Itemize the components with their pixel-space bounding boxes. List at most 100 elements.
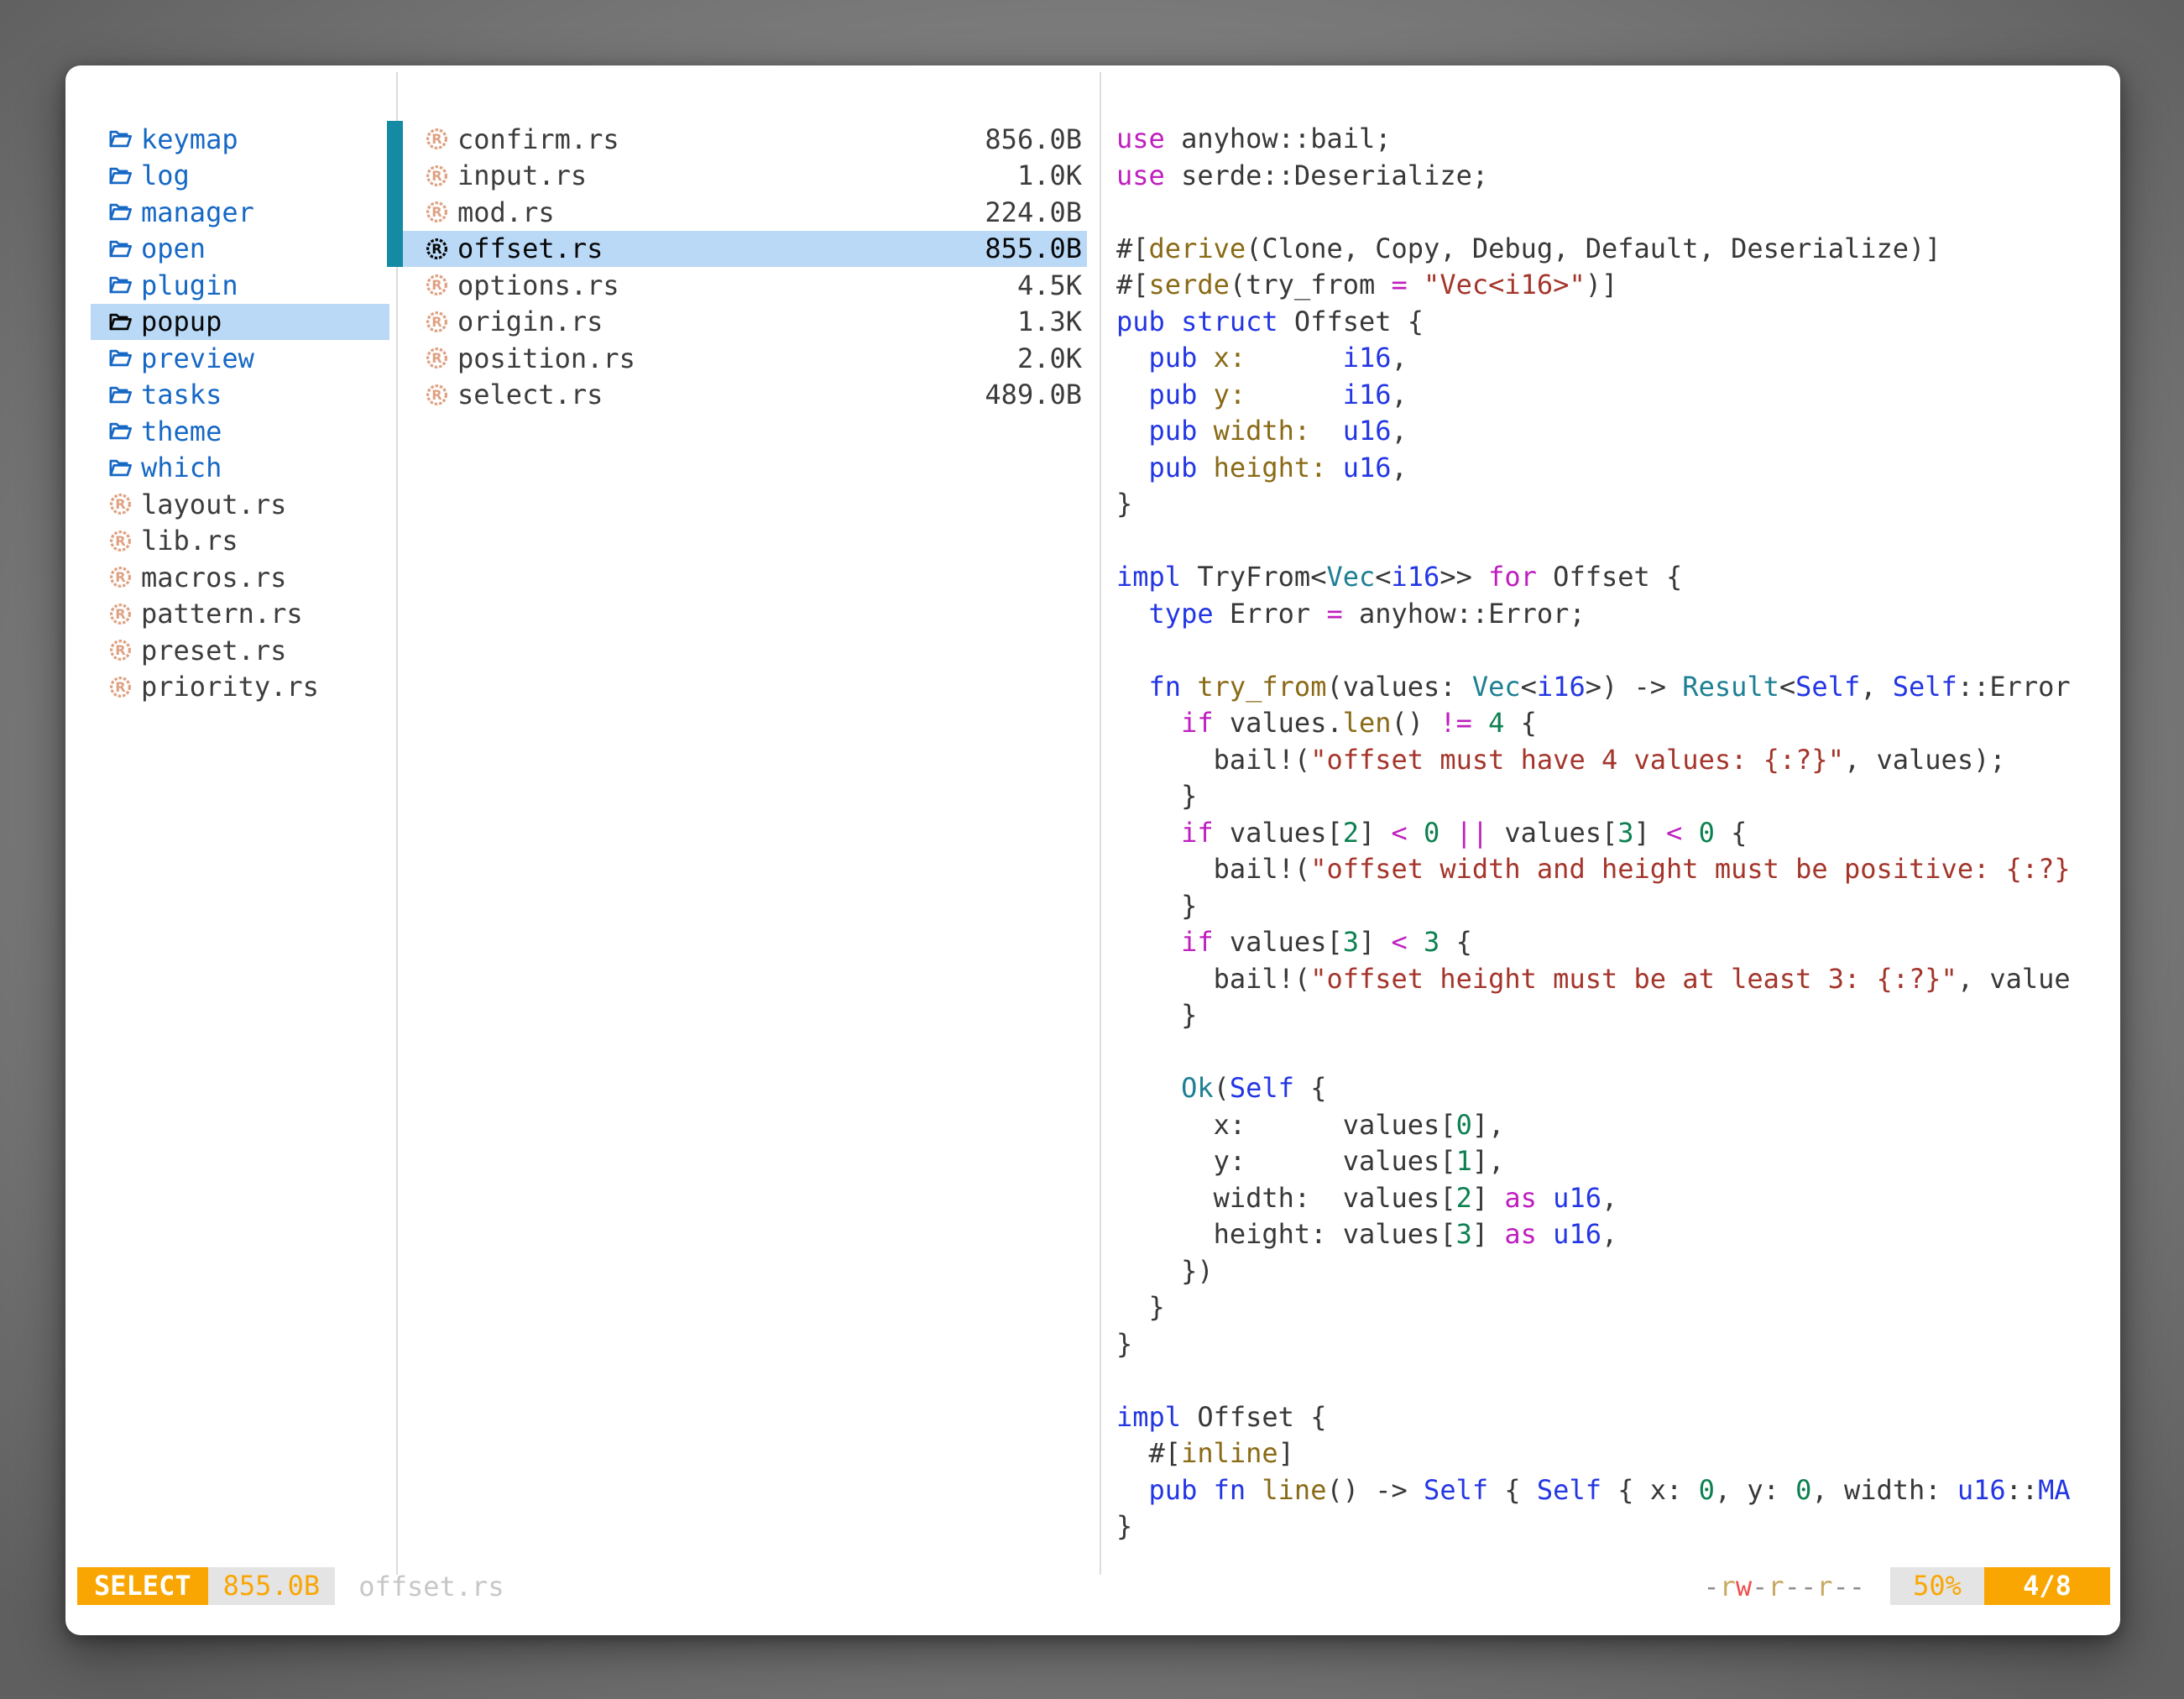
code-line: Ok(Self { xyxy=(1116,1070,2117,1107)
code-line: y: values[1], xyxy=(1116,1143,2117,1180)
file-size: 1.0K xyxy=(1017,159,1082,191)
item-label: mod.rs xyxy=(457,196,555,228)
file-size: 855.0B xyxy=(985,233,1082,264)
file-size: 489.0B xyxy=(985,379,1082,410)
file-row[interactable]: Rmod.rs224.0B xyxy=(403,194,1087,231)
item-label: confirm.rs xyxy=(457,123,619,155)
svg-text:R: R xyxy=(431,387,442,403)
preview-pane: use anyhow::bail;use serde::Deserialize;… xyxy=(1116,121,2117,1548)
file-row[interactable]: Rpriority.rs xyxy=(91,669,389,706)
svg-text:R: R xyxy=(115,606,126,622)
folder-row[interactable]: open xyxy=(91,231,389,268)
item-label: select.rs xyxy=(457,379,603,410)
code-line: } xyxy=(1116,1508,2117,1545)
item-label: tasks xyxy=(141,379,222,410)
file-row[interactable]: Rlib.rs xyxy=(91,523,389,560)
item-label: input.rs xyxy=(457,159,587,191)
folder-row[interactable]: log xyxy=(91,158,389,195)
item-label: log xyxy=(141,159,190,191)
svg-text:R: R xyxy=(431,350,442,366)
rust-file-icon: R xyxy=(424,382,450,408)
file-row[interactable]: Rselect.rs 489.0B xyxy=(403,377,1087,414)
item-label: plugin xyxy=(141,269,238,301)
item-label: manager xyxy=(141,196,254,228)
file-size-badge: 855.0B xyxy=(208,1567,336,1605)
file-row[interactable]: Rpreset.rs xyxy=(91,632,389,669)
file-size: 2.0K xyxy=(1017,342,1082,374)
open-folder-icon xyxy=(107,126,133,152)
item-label: position.rs xyxy=(457,342,635,374)
folder-row[interactable]: tasks xyxy=(91,377,389,414)
file-row[interactable]: Roptions.rs4.5K xyxy=(403,267,1087,304)
code-line: width: values[2] as u16, xyxy=(1116,1180,2117,1217)
code-line: pub x: i16, xyxy=(1116,340,2117,377)
item-label: origin.rs xyxy=(457,306,603,337)
file-size: 224.0B xyxy=(985,196,1082,228)
open-folder-icon xyxy=(107,345,133,371)
file-row[interactable]: Rconfirm.rs 856.0B xyxy=(403,121,1087,158)
code-line: pub fn line() -> Self { Self { x: 0, y: … xyxy=(1116,1472,2117,1509)
folder-row[interactable]: plugin xyxy=(91,267,389,304)
code-line: } xyxy=(1116,1289,2117,1326)
folder-row[interactable]: which xyxy=(91,450,389,487)
code-line: use anyhow::bail; xyxy=(1116,121,2117,158)
rust-file-icon: R xyxy=(424,163,450,189)
code-line: pub height: u16, xyxy=(1116,450,2117,487)
file-size: 856.0B xyxy=(985,123,1082,155)
item-label: pattern.rs xyxy=(141,598,303,630)
file-row[interactable]: Rpattern.rs xyxy=(91,596,389,633)
item-label: offset.rs xyxy=(457,233,603,264)
file-row[interactable]: Rorigin.rs1.3K xyxy=(403,304,1087,341)
svg-text:R: R xyxy=(431,277,442,293)
rust-file-icon: R xyxy=(424,126,450,152)
rust-file-icon: R xyxy=(424,272,450,298)
folder-row[interactable]: manager xyxy=(91,194,389,231)
file-row[interactable]: Rinput.rs 1.0K xyxy=(403,158,1087,195)
code-line: #[serde(try_from = "Vec<i16>")] xyxy=(1116,267,2117,304)
code-line xyxy=(1116,1362,2117,1399)
open-folder-icon xyxy=(107,455,133,481)
open-folder-icon xyxy=(107,199,133,225)
svg-text:R: R xyxy=(115,679,126,695)
code-line: x: values[0], xyxy=(1116,1107,2117,1144)
open-folder-icon xyxy=(107,272,133,298)
mode-badge: SELECT xyxy=(77,1567,208,1605)
folder-row[interactable]: keymap xyxy=(91,121,389,158)
svg-text:R: R xyxy=(115,642,126,658)
file-row[interactable]: Rposition.rs 2.0K xyxy=(403,340,1087,377)
folder-row[interactable]: popup xyxy=(91,304,389,341)
svg-text:R: R xyxy=(431,314,442,330)
folder-row[interactable]: preview xyxy=(91,340,389,377)
open-folder-icon xyxy=(107,309,133,335)
item-label: options.rs xyxy=(457,269,619,301)
code-line: bail!("offset width and height must be p… xyxy=(1116,851,2117,888)
code-line xyxy=(1116,1034,2117,1071)
file-row[interactable]: Roffset.rs855.0B xyxy=(403,231,1087,268)
file-row[interactable]: Rlayout.rs xyxy=(91,486,389,523)
item-label: macros.rs xyxy=(141,562,286,593)
code-line: } xyxy=(1116,1326,2117,1363)
code-line: type Error = anyhow::Error; xyxy=(1116,596,2117,633)
code-line: }) xyxy=(1116,1253,2117,1290)
code-line: impl Offset { xyxy=(1116,1399,2117,1436)
open-folder-icon xyxy=(107,418,133,444)
file-row[interactable]: Rmacros.rs xyxy=(91,559,389,596)
svg-text:R: R xyxy=(431,168,442,184)
code-line: } xyxy=(1116,888,2117,925)
folder-row[interactable]: theme xyxy=(91,413,389,450)
code-line: bail!("offset must have 4 values: {:?}",… xyxy=(1116,742,2117,779)
open-folder-icon xyxy=(107,236,133,262)
code-line xyxy=(1116,632,2117,669)
item-label: layout.rs xyxy=(141,489,286,520)
svg-text:R: R xyxy=(115,533,126,549)
svg-text:R: R xyxy=(115,569,126,585)
svg-text:R: R xyxy=(431,131,442,147)
selection-marker-bar xyxy=(387,121,403,267)
code-line xyxy=(1116,194,2117,231)
open-folder-icon xyxy=(107,163,133,189)
code-line: if values[2] < 0 || values[3] < 0 { xyxy=(1116,815,2117,852)
rust-file-icon: R xyxy=(107,564,133,590)
code-line: if values[3] < 3 { xyxy=(1116,924,2117,961)
code-line: if values.len() != 4 { xyxy=(1116,705,2117,742)
status-bar-right: -rw-r--r-- 50%4/8 xyxy=(1703,1567,2110,1605)
